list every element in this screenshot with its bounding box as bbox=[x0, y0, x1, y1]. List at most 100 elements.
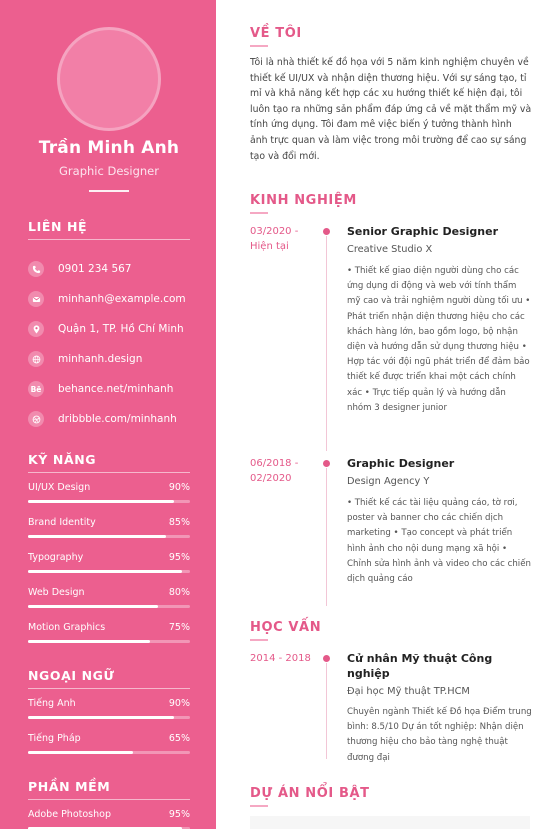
skill-bar-fill bbox=[28, 570, 182, 573]
skills-section: KỸ NĂNG UI/UX Design 90% Brand Identity … bbox=[28, 452, 190, 643]
language-bar-fill bbox=[28, 716, 174, 719]
skill-name: Motion Graphics bbox=[28, 622, 106, 633]
software-section: PHẦN MỀM Adobe Photoshop 95% bbox=[28, 779, 190, 829]
software-name: Adobe Photoshop bbox=[28, 809, 111, 820]
contact-email: minhanh@example.com bbox=[28, 284, 190, 314]
languages-list: Tiếng Anh 90% Tiếng Pháp 65% bbox=[28, 698, 190, 754]
contact-behance: Bē behance.net/minhanh bbox=[28, 374, 190, 404]
skill-name: Brand Identity bbox=[28, 517, 96, 528]
avatar bbox=[57, 27, 161, 131]
timeline-line bbox=[326, 663, 327, 759]
language-percent: 90% bbox=[168, 698, 190, 709]
experience-entry: 06/2018 - 02/2020 Graphic Designer Desig… bbox=[250, 456, 540, 606]
contact-section: LIÊN HỆ 0901 234 567 minhanh@example.com… bbox=[28, 219, 190, 434]
language-bar bbox=[28, 751, 190, 754]
skill-name: Web Design bbox=[28, 587, 85, 598]
skill-item: Brand Identity 85% bbox=[28, 517, 190, 538]
entry-school: Đại học Mỹ thuật TP.HCM bbox=[347, 686, 470, 697]
entry-date: 2014 - 2018 bbox=[250, 653, 311, 664]
sidebar: Trần Minh Anh Graphic Designer LIÊN HỆ 0… bbox=[0, 0, 216, 829]
contact-dribbble-text[interactable]: dribbble.com/minhanh bbox=[58, 413, 177, 425]
contact-phone: 0901 234 567 bbox=[28, 254, 190, 284]
skill-bar bbox=[28, 605, 190, 608]
skill-name: UI/UX Design bbox=[28, 482, 91, 493]
timeline-dot bbox=[323, 655, 330, 662]
globe-icon bbox=[28, 351, 44, 367]
profile-role: Graphic Designer bbox=[59, 164, 159, 178]
entry-body: Graphic Designer Design Agency Y • Thiết… bbox=[347, 456, 532, 587]
skill-bar bbox=[28, 570, 190, 573]
entry-description: • Thiết kế giao diện người dùng cho các … bbox=[347, 266, 531, 413]
entry-date: 03/2020 - Hiện tại bbox=[250, 226, 299, 252]
name-divider bbox=[89, 190, 129, 192]
contact-email-text[interactable]: minhanh@example.com bbox=[58, 293, 186, 305]
contact-dribbble: dribbble.com/minhanh bbox=[28, 404, 190, 434]
about-text: Tôi là nhà thiết kế đồ họa với 5 năm kin… bbox=[250, 57, 532, 162]
skill-bar-fill bbox=[28, 605, 158, 608]
education-title: HỌC VẤN bbox=[250, 620, 322, 635]
skill-bar-fill bbox=[28, 535, 166, 538]
behance-icon: Bē bbox=[28, 381, 44, 397]
contact-location-text: Quận 1, TP. Hồ Chí Minh bbox=[58, 323, 184, 335]
projects-title-underline bbox=[250, 805, 268, 807]
experience-title: KINH NGHIỆM bbox=[250, 193, 357, 208]
entry-date: 06/2018 - 02/2020 bbox=[250, 458, 299, 484]
dribbble-icon bbox=[28, 411, 44, 427]
languages-title: NGOẠI NGỮ bbox=[28, 668, 190, 689]
experience-entry: 03/2020 - Hiện tại Senior Graphic Design… bbox=[250, 224, 540, 451]
contact-behance-text[interactable]: behance.net/minhanh bbox=[58, 383, 173, 395]
profile-name: Trần Minh Anh bbox=[38, 138, 180, 158]
timeline-dot bbox=[323, 460, 330, 467]
contact-website-text[interactable]: minhanh.design bbox=[58, 353, 142, 365]
projects-title: DỰ ÁN NỔI BẬT bbox=[250, 786, 370, 801]
skill-item: Typography 95% bbox=[28, 552, 190, 573]
skill-bar bbox=[28, 640, 190, 643]
mail-icon bbox=[28, 291, 44, 307]
entry-body: Senior Graphic Designer Creative Studio … bbox=[347, 224, 532, 416]
main-content: VỀ TÔI Tôi là nhà thiết kế đồ họa với 5 … bbox=[250, 0, 532, 829]
skills-title: KỸ NĂNG bbox=[28, 452, 190, 473]
skills-list: UI/UX Design 90% Brand Identity 85% Typo… bbox=[28, 482, 190, 643]
entry-company: Design Agency Y bbox=[347, 476, 430, 487]
language-item: Tiếng Anh 90% bbox=[28, 698, 190, 719]
software-percent: 95% bbox=[168, 809, 190, 820]
software-list: Adobe Photoshop 95% bbox=[28, 809, 190, 829]
entry-title: Senior Graphic Designer bbox=[347, 225, 498, 238]
skill-name: Typography bbox=[28, 552, 84, 563]
skill-bar-fill bbox=[28, 500, 174, 503]
skill-item: Web Design 80% bbox=[28, 587, 190, 608]
languages-section: NGOẠI NGỮ Tiếng Anh 90% Tiếng Pháp 65% bbox=[28, 668, 190, 754]
software-item: Adobe Photoshop 95% bbox=[28, 809, 190, 829]
language-name: Tiếng Pháp bbox=[28, 733, 81, 744]
skill-percent: 95% bbox=[168, 552, 190, 563]
location-icon bbox=[28, 321, 44, 337]
about-title-underline bbox=[250, 45, 268, 47]
entry-description: • Thiết kế các tài liệu quảng cáo, tờ rơ… bbox=[347, 498, 531, 585]
language-percent: 65% bbox=[168, 733, 190, 744]
experience-title-underline bbox=[250, 212, 268, 214]
entry-description: Chuyên ngành Thiết kế Đồ họa Điểm trung … bbox=[347, 707, 532, 763]
skill-bar bbox=[28, 535, 190, 538]
contact-title: LIÊN HỆ bbox=[28, 219, 190, 240]
skill-percent: 85% bbox=[168, 517, 190, 528]
language-bar bbox=[28, 716, 190, 719]
education-title-underline bbox=[250, 639, 268, 641]
entry-body: Cử nhân Mỹ thuật Công nghiệp Đại học Mỹ … bbox=[347, 651, 532, 766]
language-bar-fill bbox=[28, 751, 134, 754]
contact-phone-text[interactable]: 0901 234 567 bbox=[58, 263, 131, 275]
timeline-line bbox=[326, 468, 327, 606]
phone-icon bbox=[28, 261, 44, 277]
contact-location: Quận 1, TP. Hồ Chí Minh bbox=[28, 314, 190, 344]
contact-website: minhanh.design bbox=[28, 344, 190, 374]
language-name: Tiếng Anh bbox=[28, 698, 76, 709]
skill-percent: 80% bbox=[168, 587, 190, 598]
skill-item: UI/UX Design 90% bbox=[28, 482, 190, 503]
software-title: PHẦN MỀM bbox=[28, 779, 190, 800]
skill-bar bbox=[28, 500, 190, 503]
education-entry: 2014 - 2018 Cử nhân Mỹ thuật Công nghiệp… bbox=[250, 651, 540, 763]
skill-item: Motion Graphics 75% bbox=[28, 622, 190, 643]
timeline-dot bbox=[323, 228, 330, 235]
timeline-line bbox=[326, 236, 327, 451]
entry-title: Graphic Designer bbox=[347, 457, 455, 470]
skill-percent: 90% bbox=[168, 482, 190, 493]
